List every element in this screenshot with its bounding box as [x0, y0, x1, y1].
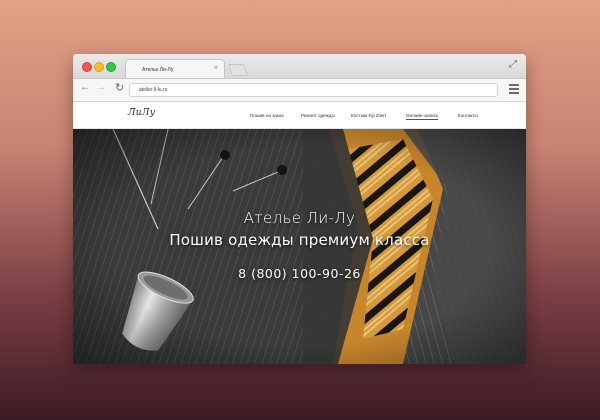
arrow-right-icon[interactable]: →	[96, 82, 106, 93]
url-text: atelier.li-lu.ru	[139, 87, 168, 93]
hero-title: Ателье Ли-Лу	[243, 209, 356, 227]
nav-item-tailoring[interactable]: Пошив на заказ	[250, 113, 284, 118]
site-header: ЛиЛу Пошив на заказ Ремонт одежды Костюм…	[73, 102, 526, 129]
hero-phone-number[interactable]: 8 (800) 100-90-26	[73, 266, 526, 281]
browser-tab[interactable]: Ателье Ли-Лу ×	[125, 59, 225, 78]
minimize-window-button[interactable]	[94, 62, 104, 72]
hero-banner: Ателье Ли-Лу Пошив одежды премиум класса…	[73, 129, 526, 364]
arrow-left-icon[interactable]: ←	[80, 82, 90, 93]
close-window-button[interactable]	[82, 62, 92, 72]
address-bar[interactable]: atelier.li-lu.ru	[129, 83, 498, 97]
page-viewport: ЛиЛу Пошив на заказ Ремонт одежды Костюм…	[73, 102, 526, 364]
hero-subtitle: Пошив одежды премиум класса	[169, 231, 430, 249]
nav-item-suit[interactable]: Костюм Kiji Ziiert	[351, 113, 386, 118]
maximize-window-button[interactable]	[106, 62, 116, 72]
browser-titlebar: Ателье Ли-Лу × ⤢	[73, 54, 526, 79]
expand-icon[interactable]: ⤢	[509, 59, 517, 70]
browser-window: Ателье Ли-Лу × ⤢ ← → ↻ atelier.li-lu.ru …	[73, 54, 526, 364]
reload-icon[interactable]: ↻	[115, 81, 124, 94]
new-tab-button[interactable]	[227, 64, 249, 76]
nav-item-repair[interactable]: Ремонт одежды	[301, 113, 335, 118]
nav-item-online-booking[interactable]: Онлайн-запись	[406, 113, 439, 120]
site-logo[interactable]: ЛиЛу	[128, 108, 155, 118]
tab-close-icon[interactable]: ×	[214, 65, 218, 72]
tab-title: Ателье Ли-Лу	[142, 67, 174, 73]
hamburger-menu-icon[interactable]	[509, 84, 519, 96]
browser-toolbar: ← → ↻ atelier.li-lu.ru	[73, 79, 526, 102]
nav-item-contacts[interactable]: Контакты	[458, 113, 478, 118]
